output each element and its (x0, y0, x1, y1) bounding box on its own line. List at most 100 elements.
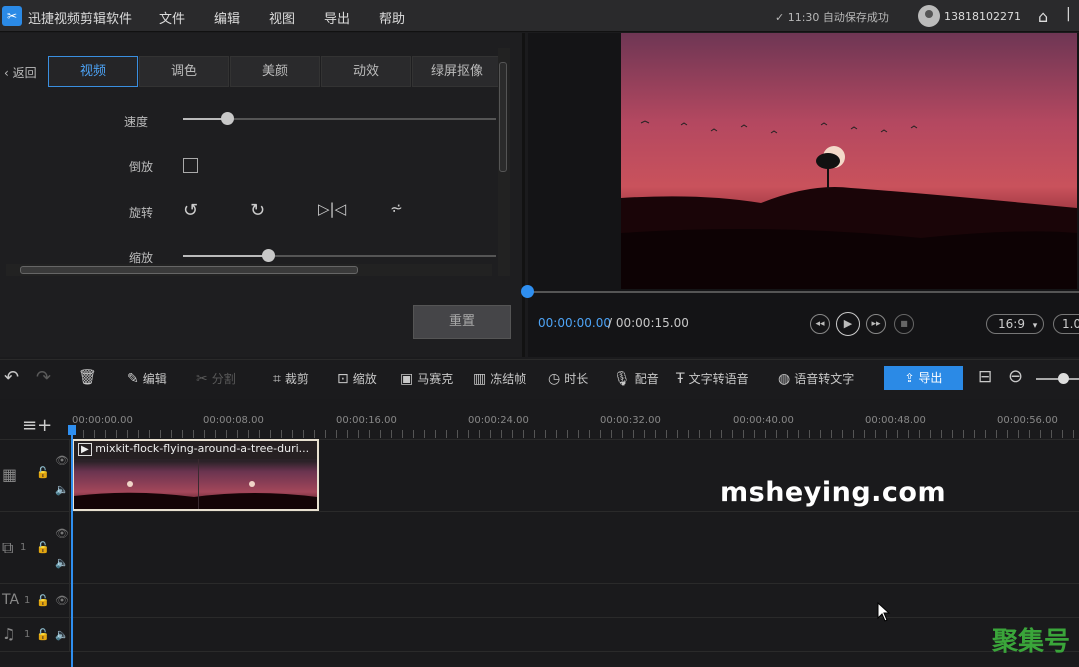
speech-to-text-button[interactable]: ◍ 语音转文字 (778, 370, 854, 387)
export-button[interactable]: ⇪ 导出 (884, 366, 963, 390)
speed-slider-handle[interactable] (220, 112, 234, 125)
aspect-ratio-select[interactable]: 16:9 ▾ (986, 314, 1044, 334)
menu-help[interactable]: 帮助 (379, 8, 405, 27)
edit-label: 编辑 (142, 372, 167, 386)
lock-icon[interactable]: 🔓 (36, 541, 50, 554)
overlay-icon: ⧉ (2, 538, 14, 557)
clock-icon: ◷ (548, 371, 561, 387)
volume-icon[interactable]: 🔈 (55, 628, 69, 641)
playback-progress-bar[interactable] (528, 291, 1079, 293)
ruler-label: 00:00:24.00 (468, 415, 529, 426)
rotate-right-icon[interactable]: ↻ (250, 200, 265, 221)
tab-video[interactable]: 视频 (48, 56, 138, 87)
visibility-icon[interactable]: 👁 (55, 527, 69, 540)
duration-button[interactable]: ◷ 时长 (548, 370, 588, 387)
reverse-label: 倒放 (128, 160, 153, 174)
volume-icon[interactable]: 🔈 (55, 483, 69, 496)
text-to-speech-button[interactable]: Ŧ 文字转语音 (676, 370, 749, 387)
text-to-speech-icon: Ŧ (676, 371, 685, 387)
video-clip-icon: ▶ (78, 443, 92, 456)
previous-frame-icon[interactable]: ◂◂ (810, 314, 830, 334)
flip-vertical-icon[interactable]: ⩫ (390, 199, 403, 217)
aspect-ratio-value: 16:9 (998, 317, 1025, 331)
music-track-number: 1 (24, 629, 31, 640)
text-track-number: 1 (24, 595, 31, 606)
reverse-checkbox[interactable] (183, 158, 198, 173)
dub-button[interactable]: 🎙 配音 (613, 370, 659, 387)
reset-button[interactable]: 重置 (413, 305, 511, 339)
video-track-header: ▦ 🔓 👁 🔈 (0, 439, 70, 511)
lock-icon[interactable]: 🔓 (36, 628, 50, 641)
add-track-icon[interactable]: ≡+ (22, 415, 52, 436)
overlay-track-header: ⧉ 1 🔓 👁 🔈 (0, 511, 70, 583)
user-avatar-icon[interactable] (918, 5, 940, 27)
mouse-cursor-icon (877, 602, 891, 622)
scale-slider-handle[interactable] (261, 249, 275, 262)
track-divider (0, 617, 1079, 618)
tab-chroma-key[interactable]: 绿屏抠像 (412, 56, 502, 87)
tab-color[interactable]: 调色 (139, 56, 229, 87)
dub-label: 配音 (634, 372, 659, 386)
split-button[interactable]: ✂ 分割 (196, 370, 236, 387)
menu-edit[interactable]: 编辑 (214, 8, 240, 27)
edit-icon: ✎ (127, 371, 139, 387)
track-divider (0, 583, 1079, 584)
menu-view[interactable]: 视图 (269, 8, 295, 27)
zoom-out-icon[interactable]: ⊖ (1008, 366, 1023, 387)
playhead[interactable] (71, 427, 73, 667)
autosave-status: ✓ 11:30 自动保存成功 (775, 11, 889, 24)
timeline-toolbar: ↶ ↷ 🗑 ✎ 编辑 ✂ 分割 ⌗ 裁剪 ⊡ 缩放 ▣ 马赛克 ▥ 冻结帧 ◷ 时长 🎙 配音 … (0, 359, 1079, 397)
back-button[interactable]: ‹ 返回 (4, 64, 37, 81)
lock-icon[interactable]: 🔓 (36, 594, 50, 607)
redo-icon[interactable]: ↷ (36, 367, 51, 388)
crop-button[interactable]: ⌗ 裁剪 (273, 370, 309, 387)
split-label: 分割 (211, 372, 236, 386)
edit-button[interactable]: ✎ 编辑 (127, 370, 167, 387)
text-icon: TA (2, 592, 20, 608)
delete-icon[interactable]: 🗑 (78, 368, 97, 386)
home-icon[interactable]: ⌂ (1038, 7, 1048, 26)
preview-zoom-select[interactable]: 1.0 (1053, 314, 1079, 334)
total-time: / 00:00:15.00 (608, 316, 689, 330)
clip-name: mixkit-flock-flying-around-a-tree-duri..… (95, 442, 310, 455)
ruler-label: 00:00:16.00 (336, 415, 397, 426)
visibility-icon[interactable]: 👁 (55, 454, 69, 467)
timeline-zoom-handle[interactable] (1058, 373, 1069, 384)
menu-file[interactable]: 文件 (159, 8, 185, 27)
menu-bar: ✂ 迅捷视频剪辑软件 文件 编辑 视图 导出 帮助 ✓ 11:30 自动保存成功… (0, 0, 1079, 32)
volume-icon[interactable]: 🔈 (55, 556, 69, 569)
visibility-icon[interactable]: 👁 (55, 594, 69, 607)
tab-motion[interactable]: 动效 (321, 56, 411, 87)
tab-beauty[interactable]: 美颜 (230, 56, 320, 87)
music-note-icon: ♫ (2, 625, 16, 643)
timeline-ruler[interactable] (72, 430, 1079, 438)
lock-icon[interactable]: 🔓 (36, 466, 50, 479)
mosaic-button[interactable]: ▣ 马赛克 (400, 370, 453, 387)
overlay-track-number: 1 (20, 542, 27, 553)
window-control-icon[interactable]: | (1066, 6, 1071, 22)
video-clip[interactable]: ▶ mixkit-flock-flying-around-a-tree-duri… (72, 439, 319, 511)
user-account[interactable]: 13818102271 (944, 10, 1021, 23)
freeze-frame-button[interactable]: ▥ 冻结帧 (473, 370, 526, 387)
scale-button[interactable]: ⊡ 缩放 (337, 370, 377, 387)
stop-icon[interactable]: ■ (894, 314, 914, 334)
preview-panel: 00:00:00.00 / 00:00:15.00 ◂◂ ▶ ▸▸ ■ 16:9… (521, 33, 1079, 357)
rotate-left-icon[interactable]: ↺ (183, 200, 198, 221)
menu-export[interactable]: 导出 (324, 8, 350, 27)
ruler-label: 00:00:08.00 (203, 415, 264, 426)
speed-label: 速度 (123, 115, 148, 129)
next-frame-icon[interactable]: ▸▸ (866, 314, 886, 334)
play-icon[interactable]: ▶ (836, 312, 860, 336)
freeze-frame-icon: ▥ (473, 371, 487, 387)
microphone-icon: 🎙 (613, 371, 631, 387)
export-label: 导出 (918, 371, 943, 385)
horizontal-scroll-thumb[interactable] (20, 266, 358, 274)
playback-progress-handle[interactable] (521, 285, 534, 298)
chevron-left-icon: ‹ (4, 66, 9, 80)
undo-icon[interactable]: ↶ (4, 367, 19, 388)
properties-horizontal-scrollbar[interactable] (6, 264, 492, 276)
flip-horizontal-icon[interactable]: ▷|◁ (318, 200, 346, 218)
vertical-scroll-thumb[interactable] (499, 62, 507, 172)
fit-timeline-icon[interactable]: ⊟ (978, 367, 992, 387)
properties-vertical-scrollbar[interactable] (498, 48, 510, 276)
